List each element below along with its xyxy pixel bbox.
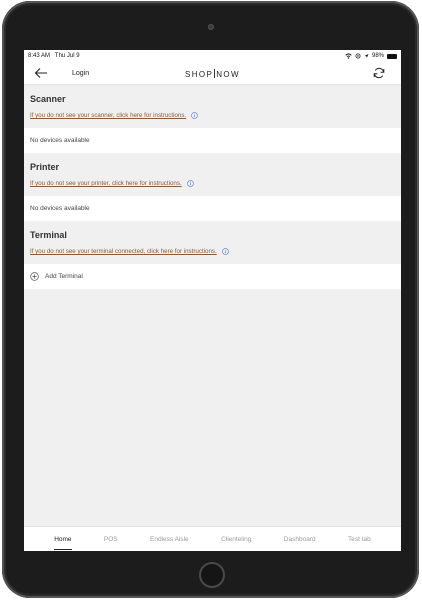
- battery-fill: [388, 54, 396, 58]
- tab-home[interactable]: Home: [54, 532, 72, 550]
- tab-endless-aisle[interactable]: Endless Aisle: [150, 532, 189, 547]
- bottom-tab-bar: Home POS Endless Aisle Clienteling Dashb…: [24, 526, 401, 551]
- terminal-title: Terminal: [30, 230, 67, 240]
- wifi-icon: [345, 53, 352, 59]
- tablet-frame: 8:43 AM Thu Jul 9 98% Login SHOP NOW Sca…: [2, 1, 419, 598]
- printer-devices-row: No devices available: [24, 196, 401, 221]
- tab-test-tab[interactable]: Test tab: [348, 532, 371, 547]
- logo-text-left: SHOP: [184, 70, 214, 79]
- printer-instructions-link[interactable]: If you do not see your printer, click he…: [30, 180, 182, 187]
- scanner-title: Scanner: [30, 94, 66, 104]
- location-icon: [355, 53, 361, 59]
- front-camera: [208, 24, 214, 30]
- tab-dashboard[interactable]: Dashboard: [284, 532, 316, 547]
- terminal-instructions: If you do not see your terminal connecte…: [30, 248, 395, 255]
- navigation-arrow-icon: [364, 54, 369, 58]
- status-right: 98%: [345, 53, 397, 59]
- printer-section-header: Printer If you do not see your printer, …: [24, 153, 401, 196]
- shop-now-logo: SHOP NOW: [24, 69, 401, 79]
- printer-title: Printer: [30, 162, 60, 172]
- add-terminal-label: Add Terminal: [45, 273, 83, 280]
- nav-bar: Login SHOP NOW: [24, 62, 401, 85]
- plus-circle-icon: [30, 272, 39, 281]
- home-button[interactable]: [199, 562, 225, 588]
- info-icon[interactable]: [221, 248, 229, 255]
- scanner-instructions: If you do not see your scanner, click he…: [30, 112, 395, 119]
- app-screen: 8:43 AM Thu Jul 9 98% Login SHOP NOW Sca…: [24, 50, 401, 551]
- info-icon[interactable]: [186, 180, 194, 187]
- tab-clienteling[interactable]: Clienteling: [221, 532, 251, 547]
- printer-devices-text: No devices available: [30, 205, 90, 212]
- printer-instructions: If you do not see your printer, click he…: [30, 180, 395, 187]
- status-date: Thu Jul 9: [54, 53, 80, 59]
- terminal-instructions-link[interactable]: If you do not see your terminal connecte…: [30, 248, 217, 255]
- battery-percent: 98%: [371, 53, 384, 59]
- terminal-section-header: Terminal If you do not see your terminal…: [24, 221, 401, 264]
- logo-text-right: NOW: [216, 70, 241, 79]
- battery-icon: [387, 53, 397, 59]
- scanner-instructions-link[interactable]: If you do not see your scanner, click he…: [30, 112, 186, 119]
- scanner-devices-text: No devices available: [30, 137, 90, 144]
- status-bar: 8:43 AM Thu Jul 9 98%: [24, 50, 401, 62]
- scanner-devices-row: No devices available: [24, 128, 401, 153]
- tab-pos[interactable]: POS: [104, 532, 118, 547]
- info-icon[interactable]: [191, 112, 198, 119]
- scanner-section-header: Scanner If you do not see your scanner, …: [24, 85, 401, 128]
- add-terminal-button[interactable]: Add Terminal: [24, 264, 401, 289]
- refresh-icon[interactable]: [373, 67, 385, 79]
- status-left: 8:43 AM Thu Jul 9: [28, 53, 80, 59]
- status-time: 8:43 AM: [28, 53, 51, 59]
